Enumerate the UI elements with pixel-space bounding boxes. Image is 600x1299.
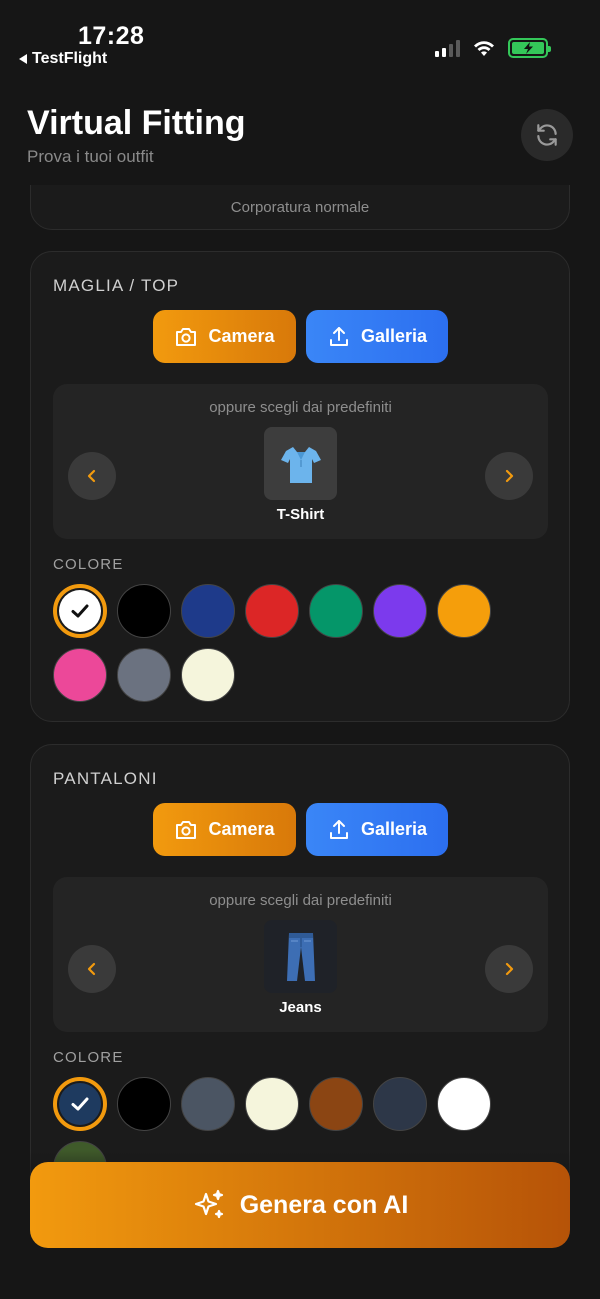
color-swatch[interactable] <box>117 584 171 638</box>
jeans-icon <box>286 932 315 981</box>
chevron-right-icon <box>505 962 514 976</box>
color-swatch[interactable] <box>437 584 491 638</box>
section-title: PANTALONI <box>53 769 158 788</box>
tshirt-icon <box>280 446 321 483</box>
color-swatch[interactable] <box>53 648 107 702</box>
preset-name: Jeans <box>279 999 322 1016</box>
sparkles-icon <box>194 1189 223 1219</box>
camera-label: Camera <box>208 326 275 346</box>
body-type-label: Corporatura normale <box>230 199 370 216</box>
color-swatch[interactable] <box>373 584 427 638</box>
previous-preset-button[interactable] <box>68 945 116 993</box>
camera-label: Camera <box>208 819 275 839</box>
color-swatch[interactable] <box>53 584 107 638</box>
back-to-app[interactable]: TestFlight <box>19 50 107 68</box>
color-swatch[interactable] <box>117 648 171 702</box>
preset-name: T-Shirt <box>276 506 325 523</box>
color-swatch[interactable] <box>373 1077 427 1131</box>
camera-button[interactable]: Camera <box>153 310 296 363</box>
color-swatch[interactable] <box>181 584 235 638</box>
refresh-button[interactable] <box>521 109 573 161</box>
page-subtitle: Prova i tuoi outfit <box>27 147 154 166</box>
gallery-button[interactable]: Galleria <box>306 803 448 856</box>
gallery-label: Galleria <box>360 326 428 346</box>
preset-hint: oppure scegli dai predefiniti <box>209 892 392 909</box>
color-swatch[interactable] <box>117 1077 171 1131</box>
color-swatch[interactable] <box>53 1077 107 1131</box>
cellular-signal-icon <box>435 39 460 57</box>
back-triangle-icon <box>19 54 27 64</box>
gallery-button[interactable]: Galleria <box>306 310 448 363</box>
section-title: MAGLIA / TOP <box>53 276 180 295</box>
color-swatch[interactable] <box>309 584 363 638</box>
next-preset-button[interactable] <box>485 452 533 500</box>
back-app-label: TestFlight <box>32 50 108 67</box>
preset-carousel: oppure scegli dai predefiniti Jeans <box>53 877 548 1032</box>
color-swatch[interactable] <box>309 1077 363 1131</box>
preset-carousel: oppure scegli dai predefiniti T-Shirt <box>53 384 548 539</box>
chevron-left-icon <box>87 469 96 483</box>
chevron-left-icon <box>87 962 96 976</box>
color-swatch[interactable] <box>245 1077 299 1131</box>
status-time: 17:28 <box>78 22 145 50</box>
camera-button[interactable]: Camera <box>153 803 296 856</box>
color-swatch[interactable] <box>181 1077 235 1131</box>
wifi-icon <box>474 41 494 56</box>
preset-thumbnail[interactable] <box>264 920 337 993</box>
content-scroll[interactable]: Corporatura normale MAGLIA / TOP Camera … <box>0 185 600 1299</box>
upload-icon <box>329 326 348 346</box>
color-swatch[interactable] <box>181 648 235 702</box>
generate-ai-label: Genera con AI <box>239 1190 409 1219</box>
color-swatch[interactable] <box>437 1077 491 1131</box>
color-label: COLORE <box>53 556 124 573</box>
preset-hint: oppure scegli dai predefiniti <box>209 399 392 416</box>
preset-thumbnail[interactable] <box>264 427 337 500</box>
gallery-label: Galleria <box>360 819 428 839</box>
checkmark-icon <box>71 1097 89 1111</box>
status-icons <box>435 38 551 58</box>
upload-icon <box>329 819 348 839</box>
color-label: COLORE <box>53 1049 124 1066</box>
camera-icon <box>176 820 197 839</box>
previous-preset-button[interactable] <box>68 452 116 500</box>
camera-icon <box>176 327 197 346</box>
chevron-right-icon <box>505 469 514 483</box>
refresh-icon <box>537 124 557 146</box>
body-type-card: Corporatura normale <box>30 185 570 230</box>
checkmark-icon <box>71 604 89 618</box>
battery-icon <box>508 38 551 58</box>
generate-ai-button[interactable]: Genera con AI <box>30 1162 570 1248</box>
color-swatch[interactable] <box>245 584 299 638</box>
top-garment-card: MAGLIA / TOP Camera Galleria oppure sceg… <box>30 251 570 722</box>
page-title: Virtual Fitting <box>27 104 246 142</box>
next-preset-button[interactable] <box>485 945 533 993</box>
